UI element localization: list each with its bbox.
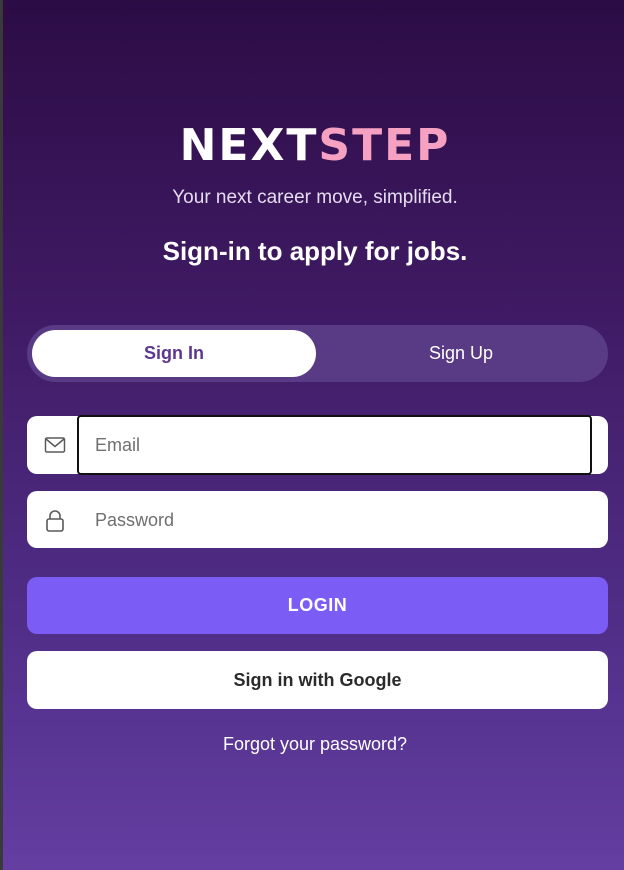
email-input[interactable] (77, 415, 592, 475)
tab-sign-in[interactable]: Sign In (32, 330, 316, 377)
email-field-container (27, 415, 608, 475)
password-field-container (27, 491, 608, 549)
tab-sign-up[interactable]: Sign Up (319, 330, 603, 377)
page-headline: Sign-in to apply for jobs. (162, 236, 468, 266)
brand-name-part1: NEXT (179, 120, 319, 171)
auth-tab-switcher: Sign In Sign Up (27, 325, 608, 382)
login-screen: NEXTSTEP Your next career move, simplifi… (0, 0, 624, 870)
password-input[interactable] (77, 491, 591, 549)
google-sign-in-button[interactable]: Sign in with Google (27, 651, 608, 709)
brand-logo: NEXTSTEP (3, 118, 624, 174)
tagline: Your next career move, simplified. (172, 187, 458, 208)
lock-icon (44, 509, 66, 532)
brand-name-part2: STEP (318, 120, 451, 171)
login-button[interactable]: LOGIN (27, 577, 608, 634)
mail-icon (44, 434, 66, 456)
forgot-password-link[interactable]: Forgot your password? (3, 732, 624, 756)
